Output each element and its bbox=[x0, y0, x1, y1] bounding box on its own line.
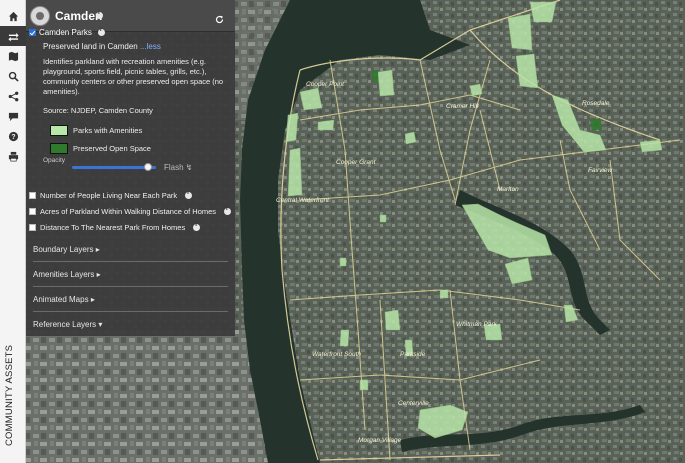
option-acres-walking-distance[interactable]: Acres of Parkland Within Walking Distanc… bbox=[29, 206, 232, 216]
caret-down-icon: ▾ bbox=[98, 320, 103, 329]
layer-toggle-camden-parks[interactable]: Camden Parks bbox=[29, 27, 105, 37]
rail-title: COMMUNITY ASSETS bbox=[4, 344, 15, 446]
label-central-waterfront: Central Waterfront bbox=[276, 197, 330, 204]
option-label: Number of People Living Near Each Park bbox=[40, 191, 178, 200]
comment-icon[interactable] bbox=[0, 106, 26, 126]
divider bbox=[33, 261, 228, 262]
print-icon[interactable] bbox=[0, 146, 26, 166]
section-label: Boundary Layers bbox=[33, 245, 94, 254]
legend-preserved-open-space: Preserved Open Space bbox=[50, 143, 151, 154]
divider bbox=[33, 286, 228, 287]
city-seal-logo bbox=[30, 6, 50, 26]
camden-parks-label: Camden Parks bbox=[39, 28, 92, 37]
section-label: Amenities Layers bbox=[33, 270, 95, 279]
option-label: Distance To The Nearest Park From Homes bbox=[40, 223, 186, 232]
lightning-icon: ↯ bbox=[185, 163, 193, 172]
help-icon[interactable]: ? bbox=[0, 126, 26, 146]
home-icon[interactable] bbox=[0, 6, 26, 26]
caret-right-icon: ▸ bbox=[95, 245, 100, 254]
layer-source: Source: NJDEP, Camden County bbox=[43, 106, 153, 115]
label-cramer-hill: Cramer Hill bbox=[446, 103, 479, 110]
info-icon[interactable] bbox=[96, 10, 103, 19]
short-description-text: Preserved land in Camden bbox=[43, 42, 138, 51]
app-root: Cooper Point Cramer Hill Rosedale Cooper… bbox=[0, 0, 685, 463]
legend-label: Preserved Open Space bbox=[73, 144, 151, 153]
option-people-near-park[interactable]: Number of People Living Near Each Park bbox=[29, 190, 193, 200]
label-fairview: Fairview bbox=[588, 167, 614, 174]
legend-parks-with-amenities: Parks with Amenities bbox=[50, 125, 142, 136]
label-parkside: Parkside bbox=[400, 351, 426, 358]
refresh-icon[interactable] bbox=[215, 11, 224, 29]
layers-panel: Camden Camden Parks Preserved land in Ca… bbox=[26, 0, 235, 336]
opacity-slider-thumb[interactable] bbox=[143, 163, 152, 171]
svg-text:?: ? bbox=[11, 133, 15, 140]
caret-right-icon: ▸ bbox=[90, 295, 95, 304]
opacity-label: Opacity bbox=[43, 157, 66, 164]
section-amenities-layers[interactable]: Amenities Layers ▸ bbox=[33, 270, 228, 279]
flash-button[interactable]: Flash ↯ bbox=[164, 163, 193, 172]
camden-parks-checkbox[interactable] bbox=[29, 29, 36, 36]
less-link[interactable]: ...less bbox=[140, 42, 161, 51]
search-icon[interactable] bbox=[0, 66, 26, 86]
label-cooper-point: Cooper Point bbox=[306, 81, 345, 88]
label-morgan-village: Morgan Village bbox=[358, 437, 402, 444]
info-icon[interactable] bbox=[224, 206, 232, 215]
section-boundary-layers[interactable]: Boundary Layers ▸ bbox=[33, 245, 228, 254]
section-label: Reference Layers bbox=[33, 320, 97, 329]
legend-label: Parks with Amenities bbox=[73, 126, 143, 135]
label-marlton: Marlton bbox=[497, 186, 519, 193]
label-waterfront-south: Waterfront South bbox=[312, 351, 361, 358]
swap-icon[interactable] bbox=[0, 26, 26, 46]
layer-full-description: Identifies parkland with recreation amen… bbox=[43, 57, 224, 96]
divider bbox=[33, 311, 228, 312]
label-centerville: Centerville bbox=[398, 400, 429, 407]
legend-swatch bbox=[50, 125, 68, 136]
layer-short-description: Preserved land in Camden ...less bbox=[43, 42, 161, 51]
label-rosedale: Rosedale bbox=[582, 100, 610, 107]
share-icon[interactable] bbox=[0, 86, 26, 106]
info-icon[interactable] bbox=[193, 222, 201, 231]
info-icon[interactable] bbox=[97, 27, 105, 36]
section-animated-maps[interactable]: Animated Maps ▸ bbox=[33, 295, 228, 304]
acres-walking-checkbox[interactable] bbox=[29, 208, 36, 215]
icon-rail: ? COMMUNITY ASSETS bbox=[0, 0, 26, 463]
flash-label: Flash bbox=[164, 163, 184, 172]
section-reference-layers[interactable]: Reference Layers ▾ bbox=[33, 320, 228, 329]
caret-right-icon: ▸ bbox=[96, 270, 101, 279]
distance-nearest-checkbox[interactable] bbox=[29, 224, 36, 231]
legend-swatch bbox=[50, 143, 68, 154]
map-icon[interactable] bbox=[0, 46, 26, 66]
label-cooper-grant: Cooper Grant bbox=[336, 159, 377, 166]
people-near-park-checkbox[interactable] bbox=[29, 192, 36, 199]
option-label: Acres of Parkland Within Walking Distanc… bbox=[40, 207, 217, 216]
info-icon[interactable] bbox=[185, 190, 193, 199]
option-distance-nearest-park[interactable]: Distance To The Nearest Park From Homes bbox=[29, 222, 201, 232]
section-label: Animated Maps bbox=[33, 295, 89, 304]
label-whitman-park: Whitman Park bbox=[456, 321, 498, 328]
